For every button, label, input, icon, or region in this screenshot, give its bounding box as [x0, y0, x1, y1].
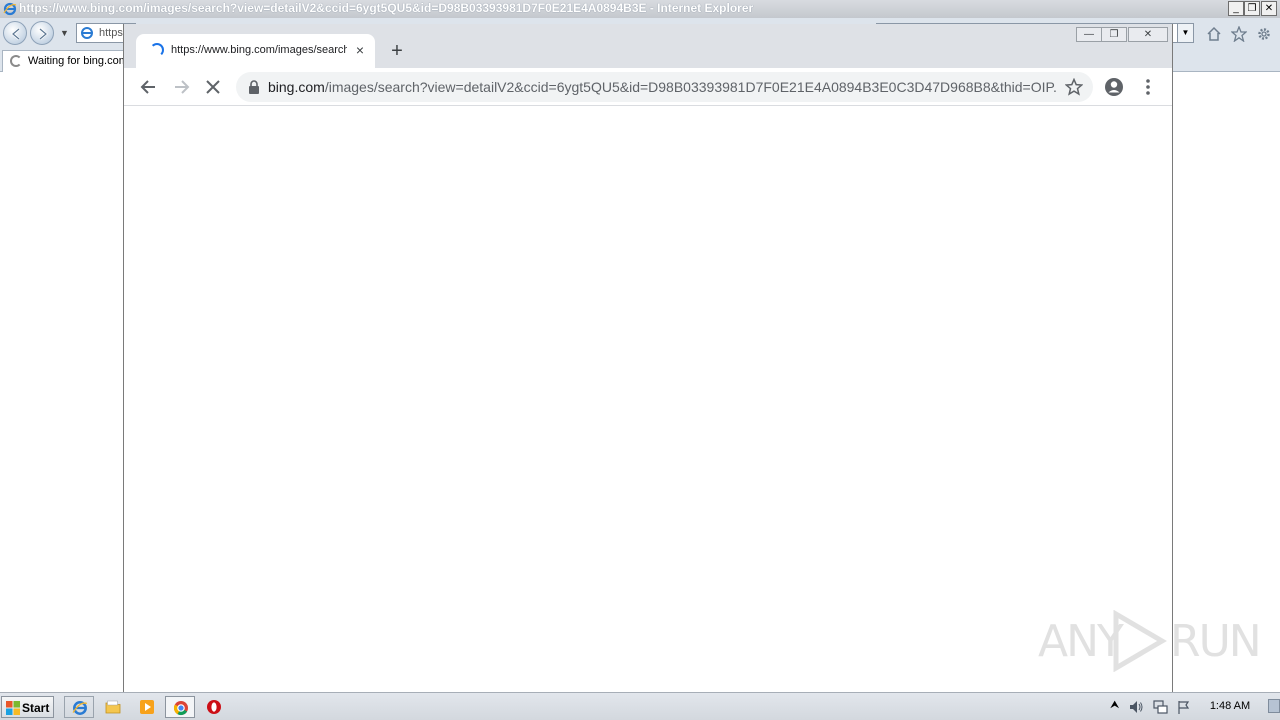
folder-icon	[105, 700, 121, 714]
taskbar-ie-button[interactable]	[64, 696, 94, 718]
ie-page-icon	[81, 27, 93, 39]
profile-avatar-icon[interactable]	[1104, 77, 1124, 97]
chrome-minimize-button[interactable]: —	[1076, 27, 1102, 42]
favorites-star-icon[interactable]	[1231, 26, 1247, 42]
kebab-menu-icon[interactable]	[1140, 77, 1156, 97]
tab-close-button[interactable]: ×	[352, 42, 368, 58]
chrome-tabstrip[interactable]: https://www.bing.com/images/search × + —…	[124, 24, 1172, 68]
url-path: /images/search?view=detailV2&ccid=6ygt5Q…	[324, 79, 1056, 95]
forward-arrow-icon[interactable]	[170, 76, 192, 98]
taskbar-media-player-button[interactable]	[132, 696, 162, 718]
taskbar-chrome-button[interactable]	[165, 696, 195, 718]
ie-titlebar[interactable]: https://www.bing.com/images/search?view=…	[0, 0, 1280, 18]
ie-tab-label: Waiting for bing.com	[28, 55, 128, 67]
tray-clock[interactable]: 1:48 AM	[1200, 700, 1260, 712]
show-desktop-button[interactable]	[1268, 699, 1280, 713]
loading-spinner-icon	[150, 43, 164, 57]
chrome-close-button[interactable]: ✕	[1128, 27, 1168, 42]
start-label: Start	[22, 701, 50, 715]
back-arrow-icon[interactable]	[138, 76, 160, 98]
ie-window-title: https://www.bing.com/images/search?view=…	[19, 1, 754, 15]
gear-icon[interactable]	[1256, 26, 1272, 42]
chrome-logo-icon	[173, 701, 188, 716]
ie-address-text: https	[99, 27, 123, 39]
stop-loading-icon[interactable]	[202, 76, 224, 98]
page-content-blank[interactable]	[124, 106, 1172, 692]
opera-logo-icon	[207, 700, 221, 714]
lock-icon[interactable]	[248, 80, 260, 94]
chrome-tab-title: https://www.bing.com/images/search	[171, 44, 347, 56]
ie-address-dropdown-icon[interactable]: ▼	[1177, 24, 1193, 42]
ie-back-button[interactable]	[3, 21, 27, 45]
home-icon[interactable]	[1206, 26, 1222, 42]
network-icon[interactable]	[1152, 699, 1168, 715]
start-button[interactable]: Start	[1, 696, 54, 718]
ie-logo-icon	[3, 2, 17, 16]
taskbar-opera-button[interactable]	[199, 696, 229, 718]
taskbar: Start ⮝ 1:48 AM	[0, 692, 1280, 720]
ie-close-button[interactable]: ✕	[1261, 1, 1277, 16]
ie-tab[interactable]: Waiting for bing.com	[2, 50, 142, 72]
tray-overflow-icon[interactable]: ⮝	[1110, 699, 1119, 712]
chrome-window: https://www.bing.com/images/search × + —…	[123, 24, 1173, 692]
chrome-toolbar: bing.com/images/search?view=detailV2&cci…	[124, 68, 1172, 106]
taskbar-explorer-button[interactable]	[98, 696, 128, 718]
volume-icon[interactable]	[1128, 699, 1144, 715]
chrome-restore-button[interactable]: ❐	[1101, 27, 1127, 42]
ie-maximize-button[interactable]: ❐	[1244, 1, 1260, 16]
watermark-text-run: RUN	[1170, 616, 1262, 667]
play-logo-icon	[1113, 610, 1167, 672]
chrome-url-text[interactable]: bing.com/images/search?view=detailV2&cci…	[268, 79, 1056, 95]
media-player-icon	[140, 700, 154, 714]
bookmark-star-icon[interactable]	[1065, 78, 1083, 96]
action-center-flag-icon[interactable]	[1176, 699, 1192, 715]
ie-history-dropdown-icon[interactable]: ▼	[60, 28, 69, 38]
chrome-tab[interactable]: https://www.bing.com/images/search ×	[136, 34, 375, 68]
anyrun-watermark: ANY RUN	[1038, 610, 1262, 672]
windows-logo-icon	[6, 701, 20, 715]
loading-spinner-icon	[10, 55, 22, 67]
arrow-right-icon	[39, 28, 48, 40]
ie-forward-button[interactable]	[30, 21, 54, 45]
ie-logo-icon	[72, 701, 88, 715]
chrome-omnibox[interactable]: bing.com/images/search?view=detailV2&cci…	[236, 72, 1093, 102]
arrow-left-icon	[11, 28, 20, 40]
ie-minimize-button[interactable]: _	[1228, 1, 1244, 16]
url-host: bing.com	[268, 79, 325, 95]
new-tab-button[interactable]: +	[386, 41, 408, 63]
